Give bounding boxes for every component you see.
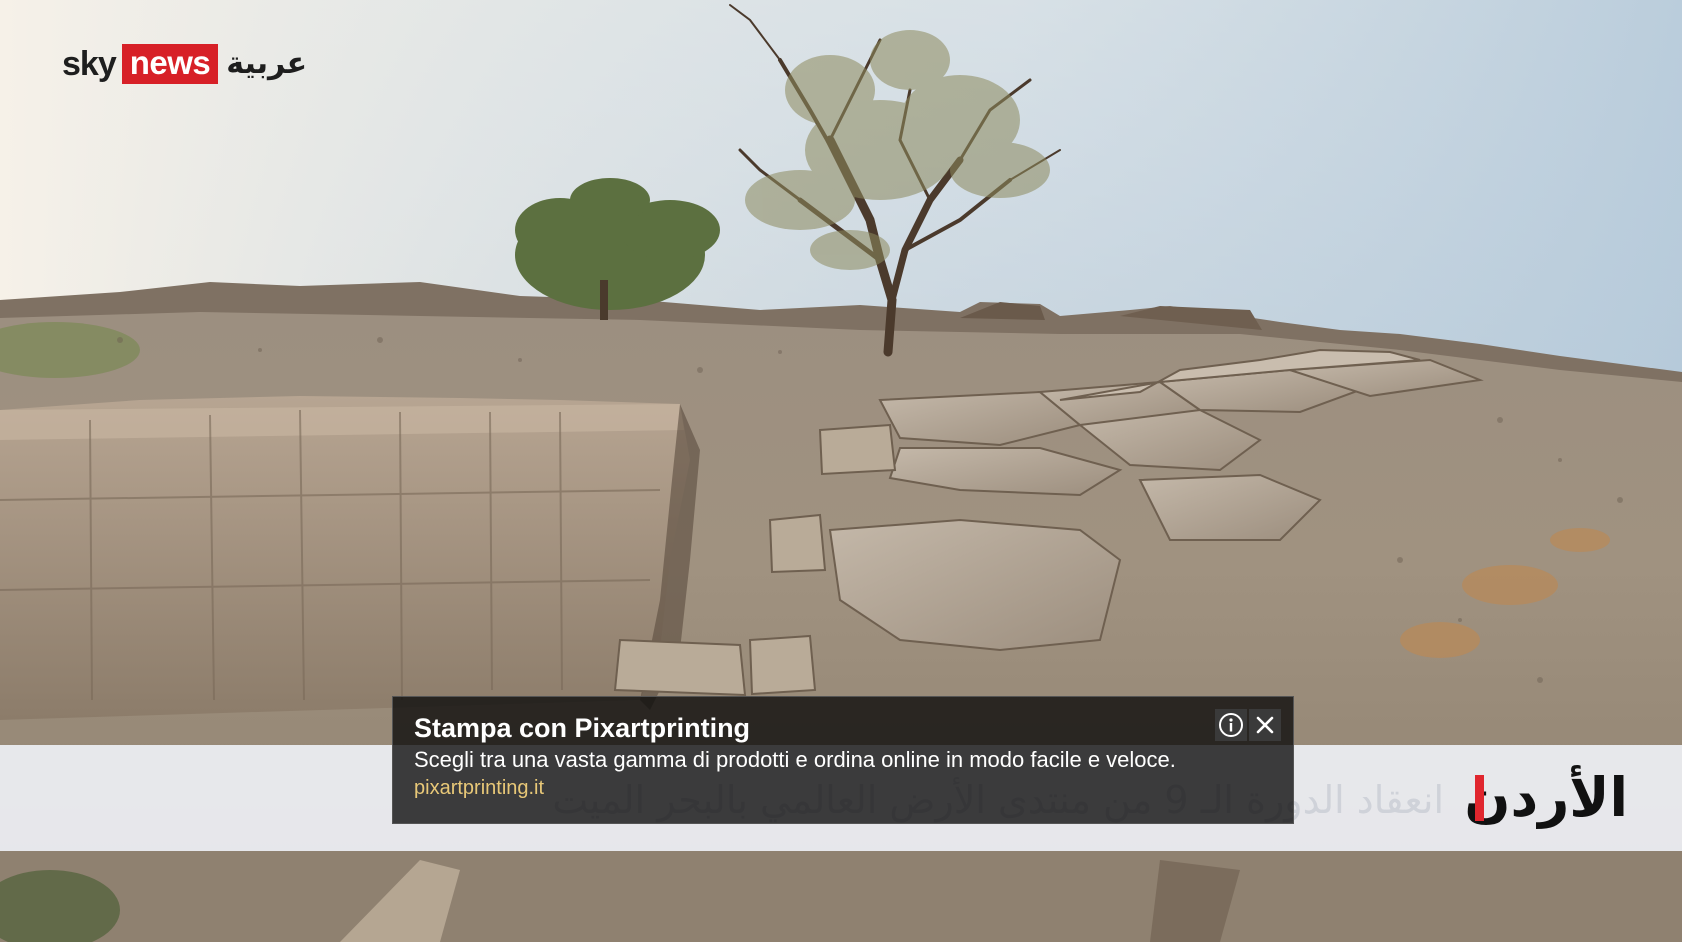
logo-sky-text: sky [62, 45, 117, 83]
ad-title[interactable]: Stampa con Pixartprinting [414, 713, 750, 744]
ad-close-button[interactable] [1249, 709, 1281, 741]
ad-controls [1215, 709, 1281, 741]
ad-info-button[interactable] [1215, 709, 1247, 741]
logo-arabic-text: عربية [226, 46, 308, 81]
ad-url-link[interactable]: pixartprinting.it [414, 777, 544, 800]
lower-third-accent-bar [1475, 775, 1484, 821]
close-icon [1256, 716, 1274, 734]
logo-news-badge: news [121, 44, 219, 84]
info-icon [1219, 713, 1243, 737]
ad-overlay[interactable]: Stampa con Pixartprinting Scegli tra una… [392, 696, 1294, 824]
lower-third-country: الأردن [1464, 766, 1628, 829]
channel-logo: sky news عربية [62, 44, 307, 84]
ad-description[interactable]: Scegli tra una vasta gamma di prodotti e… [414, 747, 1176, 773]
